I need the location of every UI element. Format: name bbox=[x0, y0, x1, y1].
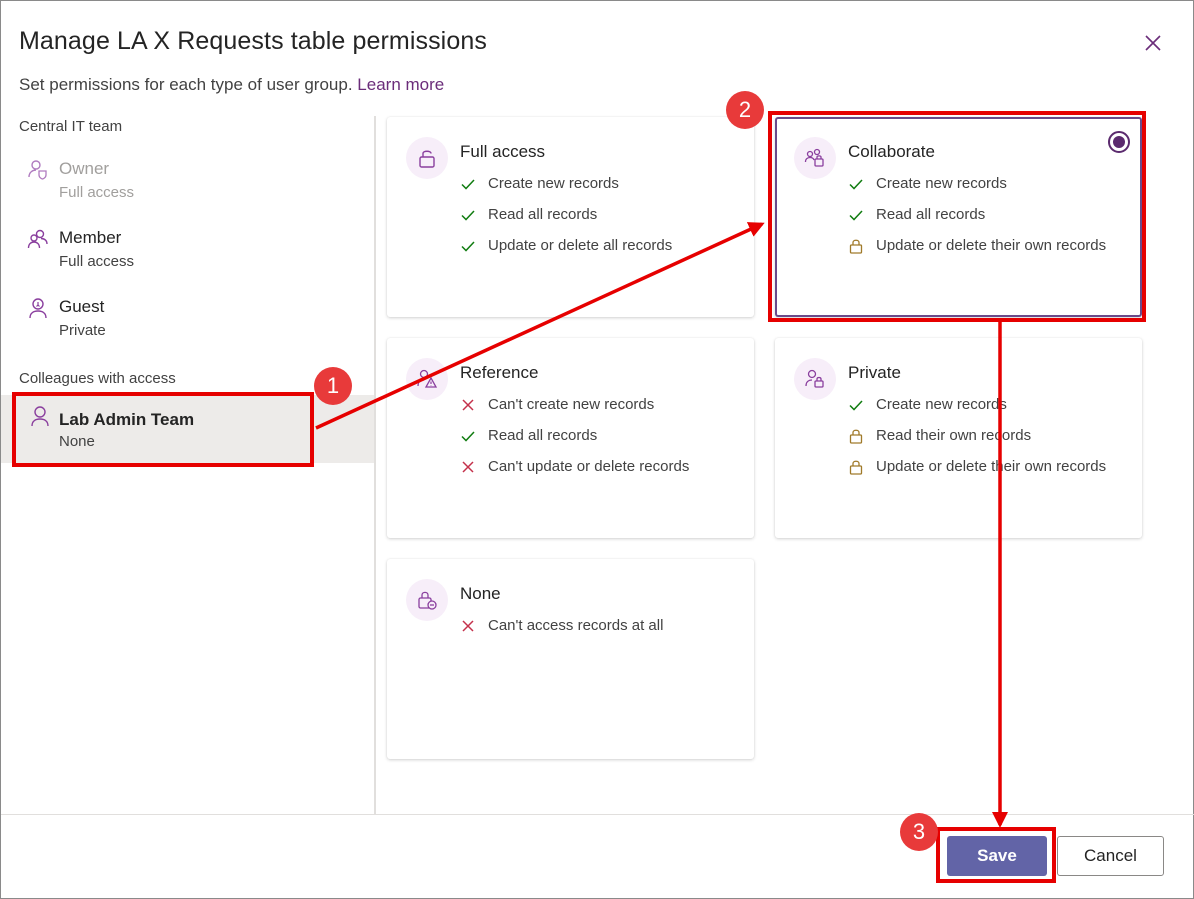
line-text: Can't access records at all bbox=[488, 617, 664, 634]
card-title: Reference bbox=[460, 363, 539, 382]
group-label-colleagues: Colleagues with access bbox=[19, 370, 176, 387]
card-line: Create new records bbox=[460, 174, 672, 205]
cross-icon bbox=[462, 399, 474, 411]
card-lines: Can't create new records Read all record… bbox=[460, 395, 689, 488]
card-line: Create new records bbox=[848, 395, 1106, 426]
reference-icon bbox=[406, 358, 448, 400]
cross-icon bbox=[462, 620, 474, 632]
dialog-title: Manage LA X Requests table permissions bbox=[19, 27, 487, 55]
check-icon bbox=[849, 210, 863, 221]
check-icon bbox=[849, 400, 863, 411]
card-lines: Create new records Read all records Upda… bbox=[460, 174, 672, 267]
card-title: None bbox=[460, 584, 501, 603]
user-item-lab-admin-team[interactable]: Lab Admin Team None bbox=[1, 395, 374, 463]
line-text: Read all records bbox=[488, 206, 598, 223]
card-title: Full access bbox=[460, 142, 546, 161]
line-text: Update or delete their own records bbox=[876, 458, 1107, 475]
card-reference[interactable]: Reference Can't create new records Read … bbox=[387, 338, 754, 538]
step-badge-2: 2 bbox=[726, 91, 764, 129]
lock-icon bbox=[849, 239, 863, 254]
card-collaborate[interactable]: Collaborate Create new records Read all … bbox=[775, 117, 1142, 317]
line-text: Update or delete all records bbox=[488, 237, 673, 254]
member-icon bbox=[27, 229, 48, 249]
card-line: Read all records bbox=[848, 205, 1106, 236]
user-name: Guest bbox=[59, 297, 105, 316]
card-line: Can't access records at all bbox=[460, 616, 663, 647]
card-line: Update or delete their own records bbox=[848, 236, 1106, 267]
card-full-access[interactable]: Full access Create new records Read all … bbox=[387, 117, 754, 317]
user-access: Full access bbox=[59, 253, 135, 270]
line-text: Read all records bbox=[488, 427, 598, 444]
line-text: Create new records bbox=[876, 396, 1007, 413]
guest-icon bbox=[29, 298, 47, 319]
lock-open-icon bbox=[406, 137, 448, 179]
person-icon bbox=[31, 406, 49, 427]
owner-icon bbox=[28, 160, 47, 180]
group-label-central-it: Central IT team bbox=[19, 118, 123, 135]
user-access: Full access bbox=[59, 184, 135, 201]
line-text: Read all records bbox=[876, 206, 986, 223]
selected-radio[interactable] bbox=[1108, 131, 1130, 153]
card-lines: Can't access records at all bbox=[460, 616, 663, 647]
step-badge-1: 1 bbox=[314, 367, 352, 405]
dialog-subtitle: Set permissions for each type of user gr… bbox=[19, 75, 444, 95]
card-line: Update or delete all records bbox=[460, 236, 672, 267]
card-none[interactable]: None Can't access records at all bbox=[387, 559, 754, 759]
user-name: Lab Admin Team bbox=[59, 410, 195, 429]
line-text: Can't update or delete records bbox=[488, 458, 690, 475]
card-title: Collaborate bbox=[848, 142, 935, 161]
lock-icon bbox=[849, 460, 863, 475]
line-text: Read their own records bbox=[876, 427, 1032, 444]
user-name: Member bbox=[59, 228, 122, 247]
user-item-guest[interactable]: Guest Private bbox=[1, 289, 374, 357]
card-line: Create new records bbox=[848, 174, 1106, 205]
permissions-dialog: Manage LA X Requests table permissions S… bbox=[0, 0, 1194, 899]
cross-icon bbox=[462, 461, 474, 473]
card-line: Can't create new records bbox=[460, 395, 689, 426]
learn-more-link[interactable]: Learn more bbox=[357, 75, 444, 94]
card-line: Read all records bbox=[460, 205, 672, 236]
private-icon bbox=[794, 358, 836, 400]
card-lines: Create new records Read all records Upda… bbox=[848, 174, 1106, 267]
card-line: Read their own records bbox=[848, 426, 1106, 457]
sidebar-divider bbox=[374, 116, 376, 814]
check-icon bbox=[461, 241, 475, 252]
save-button[interactable]: Save bbox=[947, 836, 1047, 876]
line-text: Create new records bbox=[876, 175, 1007, 192]
collaborate-icon bbox=[794, 137, 836, 179]
step-badge-3: 3 bbox=[900, 813, 938, 851]
card-line: Read all records bbox=[460, 426, 689, 457]
card-line: Can't update or delete records bbox=[460, 457, 689, 488]
cancel-button[interactable]: Cancel bbox=[1057, 836, 1164, 876]
check-icon bbox=[461, 431, 475, 442]
user-access: Private bbox=[59, 322, 106, 339]
user-item-owner[interactable]: Owner Full access bbox=[1, 151, 374, 219]
user-item-member[interactable]: Member Full access bbox=[1, 220, 374, 288]
check-icon bbox=[461, 210, 475, 221]
check-icon bbox=[461, 179, 475, 190]
card-title: Private bbox=[848, 363, 901, 382]
user-name: Owner bbox=[59, 159, 110, 178]
line-text: Create new records bbox=[488, 175, 619, 192]
line-text: Can't create new records bbox=[488, 396, 655, 413]
footer-divider bbox=[1, 814, 1194, 815]
lock-minus-icon bbox=[406, 579, 448, 621]
line-text: Update or delete their own records bbox=[876, 237, 1107, 254]
check-icon bbox=[849, 179, 863, 190]
card-line: Update or delete their own records bbox=[848, 457, 1106, 488]
close-icon[interactable] bbox=[1141, 31, 1165, 55]
lock-icon bbox=[849, 429, 863, 444]
subtitle-text: Set permissions for each type of user gr… bbox=[19, 75, 353, 94]
card-private[interactable]: Private Create new records Read their ow… bbox=[775, 338, 1142, 538]
user-access: None bbox=[59, 433, 95, 450]
card-lines: Create new records Read their own record… bbox=[848, 395, 1106, 488]
